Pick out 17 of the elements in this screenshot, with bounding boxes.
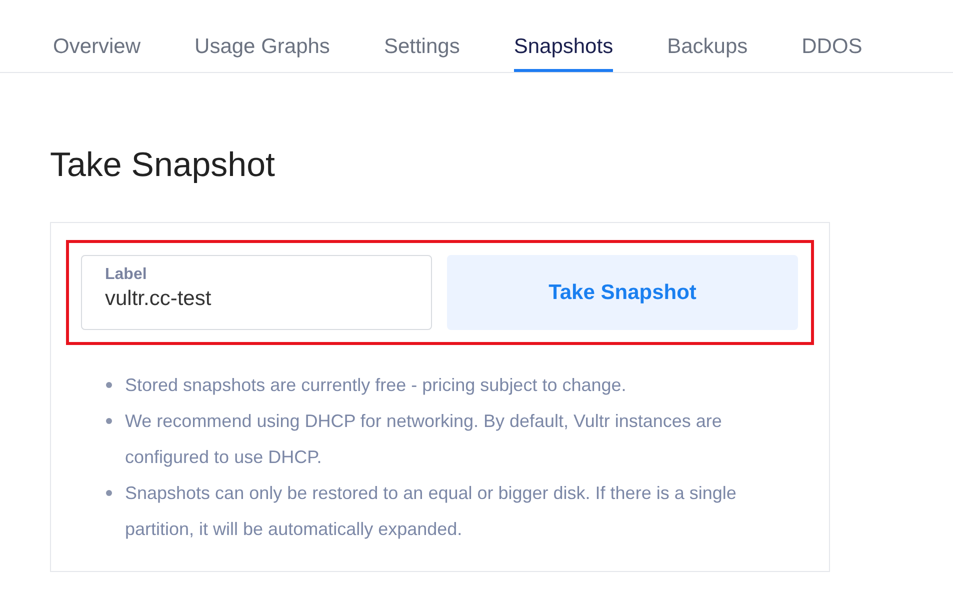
- take-snapshot-button[interactable]: Take Snapshot: [447, 255, 798, 330]
- tab[interactable]: Usage Graphs: [194, 0, 330, 72]
- page-heading: Take Snapshot: [50, 145, 276, 185]
- bullet-icon: [106, 382, 112, 388]
- tab[interactable]: Backups: [667, 0, 748, 72]
- field-label: Label: [105, 265, 148, 285]
- label-input[interactable]: vultr.cc-test: [105, 285, 408, 313]
- note-text: We recommend using DHCP for networking. By default, Vultr instances are configured to use DHCP.: [125, 410, 723, 469]
- bullet-icon: [106, 418, 112, 424]
- label-field[interactable]: Label vultr.cc-test: [81, 255, 432, 330]
- bullet-icon: [106, 490, 112, 496]
- tab[interactable]: Settings: [384, 0, 460, 72]
- tab[interactable]: Snapshots: [514, 0, 614, 72]
- note-text: Snapshots can only be restored to an equal or bigger disk. If there is a single partition, it will be automatically expanded.: [125, 482, 738, 541]
- tab[interactable]: DDOS: [802, 0, 862, 72]
- tab[interactable]: Overview: [53, 0, 141, 72]
- note-text: Stored snapshots are currently free - pricing subject to change.: [125, 374, 626, 397]
